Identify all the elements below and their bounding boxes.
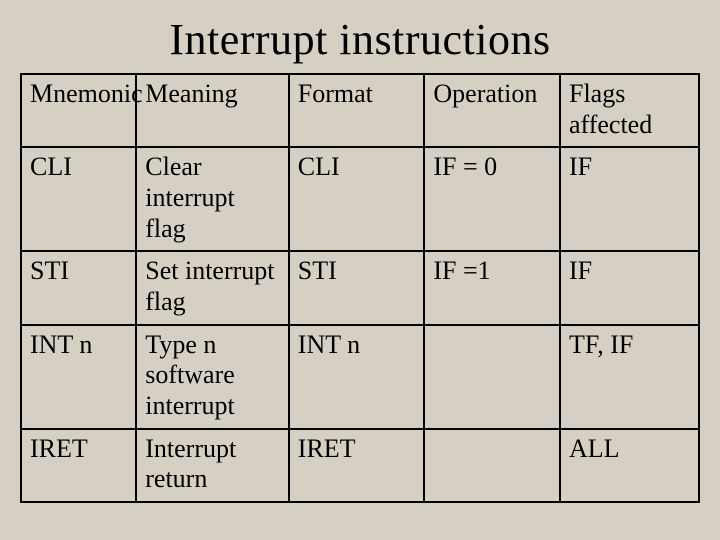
table-row: INT n Type n software interrupt INT n TF…: [21, 325, 699, 429]
header-flags: Flags affected: [560, 74, 699, 147]
cell-meaning: Interrupt return: [136, 429, 289, 502]
interrupt-table: Mnemonic Meaning Format Operation Flags …: [20, 73, 700, 503]
cell-mnemonic: INT n: [21, 325, 136, 429]
header-meaning: Meaning: [136, 74, 289, 147]
cell-format: INT n: [289, 325, 425, 429]
cell-flags: TF, IF: [560, 325, 699, 429]
cell-meaning: Type n software interrupt: [136, 325, 289, 429]
cell-flags: IF: [560, 251, 699, 324]
cell-format: STI: [289, 251, 425, 324]
header-operation: Operation: [424, 74, 560, 147]
cell-operation: [424, 429, 560, 502]
table-row: STI Set interrupt flag STI IF =1 IF: [21, 251, 699, 324]
table-header-row: Mnemonic Meaning Format Operation Flags …: [21, 74, 699, 147]
cell-format: IRET: [289, 429, 425, 502]
table-row: IRET Interrupt return IRET ALL: [21, 429, 699, 502]
cell-format: CLI: [289, 147, 425, 251]
page-title: Interrupt instructions: [20, 14, 700, 65]
table-row: CLI Clear interrupt flag CLI IF = 0 IF: [21, 147, 699, 251]
slide: Interrupt instructions Mnemonic Meaning …: [0, 0, 720, 540]
cell-meaning: Set interrupt flag: [136, 251, 289, 324]
cell-meaning: Clear interrupt flag: [136, 147, 289, 251]
cell-flags: IF: [560, 147, 699, 251]
cell-mnemonic: STI: [21, 251, 136, 324]
cell-operation: [424, 325, 560, 429]
cell-flags: ALL: [560, 429, 699, 502]
cell-operation: IF =1: [424, 251, 560, 324]
cell-operation: IF = 0: [424, 147, 560, 251]
cell-mnemonic: CLI: [21, 147, 136, 251]
header-format: Format: [289, 74, 425, 147]
header-mnemonic: Mnemonic: [21, 74, 136, 147]
cell-mnemonic: IRET: [21, 429, 136, 502]
